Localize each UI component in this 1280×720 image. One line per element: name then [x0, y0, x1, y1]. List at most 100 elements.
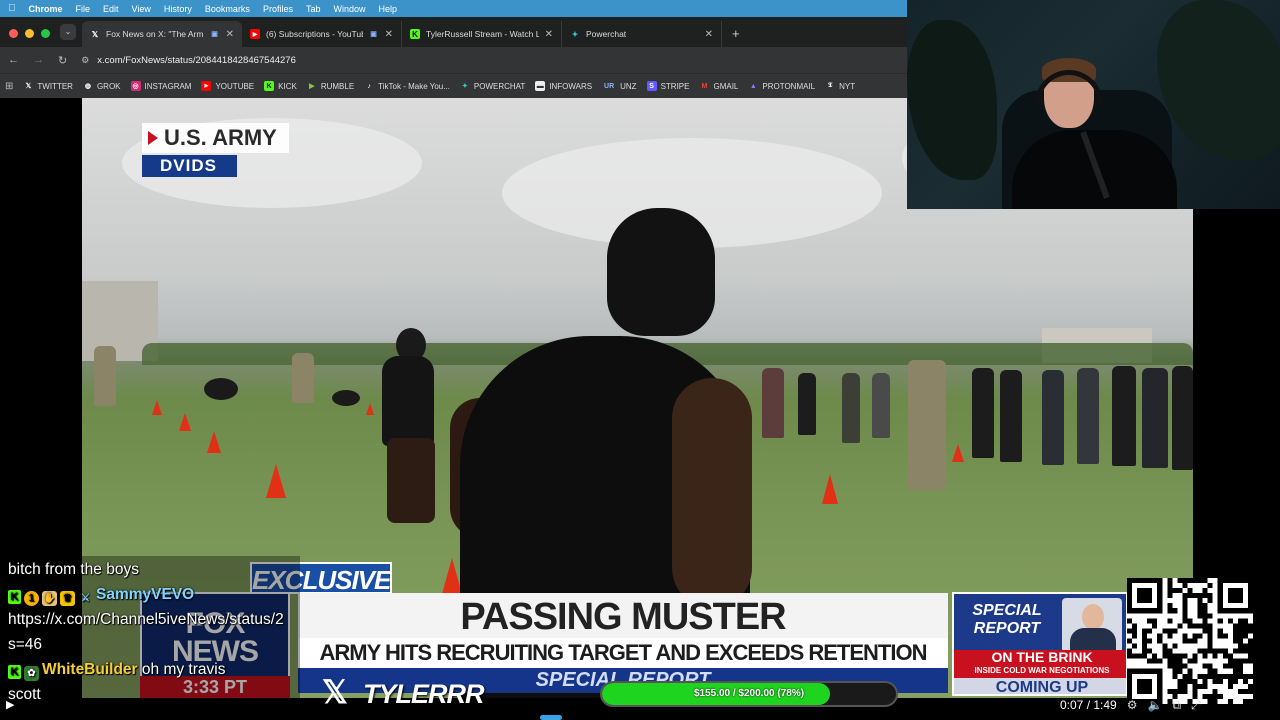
- army-logo-line: U.S. ARMY: [142, 123, 289, 153]
- volume-icon[interactable]: 🔈: [1147, 698, 1162, 712]
- back-icon[interactable]: ←: [8, 54, 19, 66]
- bookmark-twitter[interactable]: 𝕏 TWITTER: [23, 81, 73, 91]
- tab-powerchat[interactable]: ✦ Powerchat ✕: [562, 21, 722, 47]
- bookmark-label: STRIPE: [660, 81, 690, 91]
- tab-title: Powerchat: [586, 29, 627, 39]
- bookmark-instagram[interactable]: ◎ INSTAGRAM: [130, 81, 192, 91]
- menu-window[interactable]: Window: [333, 4, 365, 14]
- zoom-window-button[interactable]: [41, 29, 50, 38]
- training-cone: [952, 444, 964, 462]
- kick-badge-icon: K: [8, 590, 21, 604]
- menu-help[interactable]: Help: [378, 4, 397, 14]
- chat-message: K 1 ✋ ♛ ⚔ SammyVEVO: [8, 585, 194, 606]
- recruit: [798, 373, 816, 435]
- play-icon[interactable]: ▶: [6, 698, 14, 711]
- menu-view[interactable]: View: [132, 4, 151, 14]
- tab-kick-stream[interactable]: K TylerRussell Stream - Watch L ✕: [402, 21, 562, 47]
- chat-username[interactable]: SammyVEVO: [96, 586, 194, 603]
- scrubber-handle[interactable]: [540, 715, 562, 720]
- fullscreen-icon[interactable]: ⤢: [1191, 698, 1201, 713]
- bookmark-youtube[interactable]: ▶ YOUTUBE: [201, 81, 254, 91]
- menu-app-name[interactable]: Chrome: [29, 4, 63, 14]
- chat-username[interactable]: WhiteBuilder: [42, 661, 138, 678]
- special-report-promo: SPECIAL REPORT ON THE BRINK INSIDE COLD …: [952, 592, 1128, 696]
- recruit: [1077, 368, 1099, 464]
- training-cone: [366, 403, 374, 415]
- bookmark-label: RUMBLE: [320, 81, 355, 91]
- settings-icon[interactable]: ⚙: [1127, 698, 1138, 712]
- tab-search-icon[interactable]: ⌄: [60, 24, 76, 40]
- qr-code: [1127, 578, 1253, 704]
- close-tab-icon[interactable]: ✕: [385, 29, 393, 40]
- menu-edit[interactable]: Edit: [103, 4, 119, 14]
- training-cone: [152, 400, 162, 415]
- menu-tab[interactable]: Tab: [306, 4, 321, 14]
- instagram-icon: ◎: [130, 81, 141, 91]
- bookmark-stripe[interactable]: S STRIPE: [646, 81, 690, 91]
- donation-goal-text: $155.00 / $200.00 (78%): [693, 688, 805, 699]
- bookmark-rumble[interactable]: ▶ RUMBLE: [307, 81, 354, 91]
- army-label: U.S. ARMY: [164, 125, 277, 150]
- bookmark-protonmail[interactable]: ▲ PROTONMAIL: [748, 81, 815, 91]
- tab-youtube[interactable]: ▶ (6) Subscriptions - YouTube ▣ ✕: [242, 21, 402, 47]
- apple-icon[interactable]: : [8, 3, 16, 14]
- reload-icon[interactable]: ↻: [58, 54, 67, 67]
- runner-head: [607, 208, 715, 336]
- chat-message: K ✿ WhiteBuilder oh my travis: [8, 660, 225, 681]
- menu-history[interactable]: History: [164, 4, 192, 14]
- x-icon: 𝕏: [25, 83, 32, 90]
- close-tab-icon[interactable]: ✕: [545, 29, 553, 40]
- youtube-icon: ▶: [250, 29, 260, 39]
- bookmark-grok[interactable]: ◍ GROK: [83, 81, 121, 91]
- kick-icon: K: [264, 81, 275, 91]
- tab-title: Fox News on X: "The Arm: [106, 29, 204, 39]
- frog-badge-icon: ✿: [24, 666, 39, 681]
- bookmark-gmail[interactable]: M GMAIL: [699, 81, 739, 91]
- menu-bookmarks[interactable]: Bookmarks: [205, 4, 250, 14]
- bookmark-label: INSTAGRAM: [144, 81, 192, 91]
- forward-icon[interactable]: →: [33, 54, 44, 66]
- new-tab-button[interactable]: +: [722, 26, 740, 47]
- recruit: [872, 373, 890, 438]
- chat-message: s=46: [8, 636, 43, 653]
- bookmark-label: GROK: [96, 81, 121, 91]
- bookmark-unz[interactable]: UR UNZ: [602, 81, 637, 91]
- apps-grid-icon[interactable]: ⊞: [5, 81, 13, 92]
- bookmarks-bar: ⊞ 𝕏 TWITTER ◍ GROK ◎ INSTAGRAM ▶ YOUTUBE K KI…: [0, 73, 907, 98]
- streamer-watermark: TYLERRR: [363, 679, 484, 709]
- audio-icon: ▣: [370, 31, 377, 38]
- bookmark-tiktok[interactable]: ♪ TikTok - Make You...: [364, 81, 449, 91]
- audio-icon: ▣: [211, 31, 218, 38]
- bookmark-powerchat[interactable]: ✦ POWERCHAT: [460, 81, 525, 91]
- bookmark-kick[interactable]: K KICK: [264, 81, 297, 91]
- grok-icon: ◍: [84, 83, 91, 90]
- close-tab-icon[interactable]: ✕: [226, 29, 234, 40]
- donation-goal-bar: $155.00 / $200.00 (78%): [600, 681, 898, 707]
- training-cone: [179, 413, 191, 431]
- rumble-icon: ▶: [309, 83, 315, 90]
- promo-headline: ON THE BRINK: [991, 649, 1093, 665]
- anchor-portrait: [1062, 598, 1122, 653]
- menu-profiles[interactable]: Profiles: [263, 4, 293, 14]
- menu-file[interactable]: File: [76, 4, 91, 14]
- pip-icon[interactable]: ⧉: [1172, 698, 1181, 713]
- minimize-window-button[interactable]: [25, 29, 34, 38]
- bookmark-infowars[interactable]: ▬ INFOWARS: [535, 81, 592, 91]
- close-tab-icon[interactable]: ✕: [705, 29, 713, 40]
- tab-fox-news[interactable]: 𝕏 Fox News on X: "The Arm ▣ ✕: [82, 21, 242, 47]
- special-report-title: SPECIAL REPORT: [972, 602, 1042, 637]
- bookmark-nyt[interactable]: 𝕿 NYT: [825, 81, 855, 91]
- chat-message: https://x.com/Channel5iveNews/status/2: [8, 611, 284, 628]
- x-logo-icon: 𝕏: [322, 674, 348, 710]
- recruit: [1042, 370, 1064, 465]
- site-info-icon[interactable]: ⚙: [81, 55, 89, 66]
- bookmark-label: YOUTUBE: [215, 81, 255, 91]
- runner-arm: [672, 378, 752, 608]
- url-field[interactable]: ⚙ x.com/FoxNews/status/20844184284675442…: [81, 55, 296, 66]
- kick-icon: K: [410, 29, 420, 39]
- tab-title: TylerRussell Stream - Watch L: [426, 29, 539, 39]
- close-window-button[interactable]: [9, 29, 18, 38]
- coming-up-label: COMING UP: [954, 678, 1126, 694]
- bookmark-label: NYT: [839, 81, 856, 91]
- recruit: [842, 373, 860, 443]
